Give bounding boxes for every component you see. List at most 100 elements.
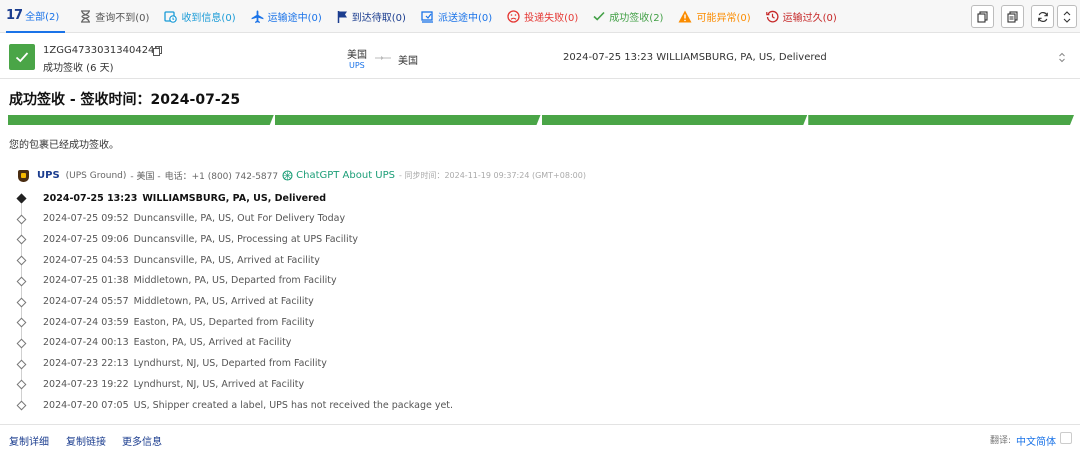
- timeline-event: 2024-07-24 05:57 Middletown, PA, US, Arri…: [43, 292, 314, 312]
- filter-tab-label: 投递失败(0): [524, 12, 579, 24]
- carrier-link[interactable]: UPS: [349, 61, 365, 70]
- refresh-icon: [1037, 11, 1048, 22]
- filter-tab-exception[interactable]: 可能异常(0): [678, 9, 751, 24]
- refresh-button[interactable]: [1031, 5, 1054, 28]
- history-icon: [765, 10, 779, 22]
- copy-tracking-icon[interactable]: [153, 46, 162, 56]
- chatgpt-label: ChatGPT About UPS: [296, 170, 396, 181]
- ups-logo-icon: [18, 169, 29, 182]
- timeline-dot: [16, 359, 27, 370]
- translate-label: 翻译:: [990, 436, 1012, 446]
- filter-tab-all[interactable]: 17 全部(2): [6, 0, 66, 33]
- timeline-event: 2024-07-25 04:53 Duncansville, PA, US, Ar…: [43, 250, 320, 270]
- brand-logo: 17: [6, 7, 23, 23]
- filter-bar: 17 全部(2) 查询不到(0) 收到信息(0) 运输途中(0) 到达待取(0)…: [0, 0, 1080, 33]
- carrier-name[interactable]: UPS: [37, 170, 60, 181]
- filter-tab-label: 运输途中(0): [267, 12, 322, 24]
- language-select[interactable]: 中文简体: [1016, 433, 1056, 448]
- filter-tab-pickup[interactable]: 到达待取(0): [337, 9, 406, 24]
- copy-icon: [977, 10, 988, 23]
- collapse-icon[interactable]: [1058, 52, 1066, 63]
- timeline-dot: [16, 234, 27, 245]
- event-datetime: 2024-07-25 13:23: [43, 192, 138, 204]
- tracking-number: 1ZGG47330313404240: [43, 45, 161, 56]
- sad-face-icon: [507, 9, 520, 23]
- carrier-phone: 电话：+1 (800) 742-5877: [164, 172, 279, 182]
- timeline-dot: [16, 379, 27, 390]
- timeline-event: 2024-07-25 01:38 Middletown, PA, US, Depa…: [43, 271, 337, 291]
- progress-segment: [275, 115, 541, 125]
- more-info-link[interactable]: 更多信息: [122, 433, 162, 448]
- filter-tab-out-for-delivery[interactable]: 派送途中(0): [421, 9, 492, 24]
- filter-tab-label: 收到信息(0): [181, 12, 236, 24]
- copy-details-link[interactable]: 复制详细: [9, 433, 49, 448]
- event-datetime: 2024-07-25 04:53: [43, 254, 129, 266]
- translate-checkbox[interactable]: [1060, 432, 1072, 444]
- event-datetime: 2024-07-23 19:22: [43, 378, 129, 390]
- timeline-dot: [16, 255, 27, 266]
- filter-tab-label: 可能异常(0): [696, 12, 751, 24]
- copy-all-button[interactable]: [1001, 5, 1024, 28]
- check-icon: [15, 52, 29, 63]
- timeline-event: 2024-07-24 03:59 Easton, PA, US, Departed…: [43, 312, 314, 332]
- chatgpt-link[interactable]: ChatGPT About UPS: [282, 170, 395, 181]
- filter-tab-in-transit[interactable]: 运输途中(0): [251, 9, 322, 24]
- route-arrow-icon: [375, 56, 391, 60]
- event-datetime: 2024-07-25 01:38: [43, 275, 129, 287]
- event-description: Duncansville, PA, US, Processing at UPS …: [133, 233, 359, 245]
- progress-segment: [8, 115, 274, 125]
- filter-tab-label: 运输过久(0): [782, 12, 837, 24]
- filter-tab-failed[interactable]: 投递失败(0): [507, 9, 578, 24]
- expand-all-button[interactable]: [1057, 5, 1077, 28]
- timeline-event: 2024-07-23 22:13 Lyndhurst, NJ, US, Depar…: [43, 354, 327, 374]
- filter-tab-too-long[interactable]: 运输过久(0): [765, 9, 837, 24]
- filter-tab-label: 全部(2): [25, 11, 60, 23]
- timeline-dot: [16, 297, 27, 307]
- timeline-dot: [16, 276, 27, 287]
- expand-icon: [1063, 10, 1071, 23]
- event-description: Lyndhurst, NJ, US, Departed from Facilit…: [133, 358, 327, 370]
- filter-tab-delivered[interactable]: 成功签收(2): [593, 9, 663, 24]
- event-description: Lyndhurst, NJ, US, Arrived at Facility: [133, 378, 305, 390]
- check-icon: [593, 11, 605, 21]
- filter-tab-label: 成功签收(2): [609, 12, 664, 24]
- copy-link-link[interactable]: 复制链接: [66, 433, 106, 448]
- progress-segment: [808, 115, 1074, 125]
- copy-button[interactable]: [971, 5, 994, 28]
- event-datetime: 2024-07-25 09:06: [43, 233, 129, 245]
- event-description: Easton, PA, US, Departed from Facility: [133, 316, 315, 328]
- footer-bar: 复制详细 复制链接 更多信息 翻译: 中文简体: [0, 424, 1080, 451]
- destination-country: 美国: [398, 56, 418, 67]
- event-datetime: 2024-07-24 00:13: [43, 337, 129, 349]
- event-datetime: 2024-07-23 22:13: [43, 358, 129, 370]
- carrier-service: (UPS Ground): [65, 170, 127, 181]
- copy-all-icon: [1007, 10, 1018, 23]
- timeline-dot: [16, 214, 27, 225]
- event-datetime: 2024-07-24 03:59: [43, 316, 129, 328]
- filter-tab-not-found[interactable]: 查询不到(0): [80, 9, 149, 24]
- filter-tab-label: 到达待取(0): [351, 12, 406, 24]
- event-description: Duncansville, PA, US, Arrived at Facilit…: [133, 254, 320, 266]
- timeline-dot: [16, 400, 27, 411]
- plane-icon: [251, 10, 264, 23]
- delivered-status-icon: [9, 44, 35, 70]
- timeline-dot: [16, 317, 27, 328]
- latest-event: 2024-07-25 13:23 WILLIAMSBURG, PA, US, D…: [563, 52, 827, 63]
- clock-icon: [164, 10, 178, 23]
- carrier-country: - 美国 -: [130, 172, 161, 182]
- origin-country: 美国: [347, 50, 367, 61]
- timeline-event: 2024-07-25 13:23 WILLIAMSBURG, PA, US, De…: [43, 188, 326, 208]
- event-description: Middletown, PA, US, Departed from Facili…: [133, 275, 337, 287]
- timeline-event: 2024-07-25 09:06 Duncansville, PA, US, Pr…: [43, 229, 358, 249]
- event-description: US, Shipper created a label, UPS has not…: [133, 399, 454, 411]
- timeline-event: 2024-07-23 19:22 Lyndhurst, NJ, US, Arriv…: [43, 374, 304, 394]
- filter-tab-label: 派送途中(0): [437, 12, 493, 24]
- filter-tab-label: 查询不到(0): [95, 12, 150, 24]
- event-description: Duncansville, PA, US, Out For Delivery T…: [133, 213, 346, 225]
- truck-icon: [421, 10, 433, 23]
- package-status: 成功签收 (6 天): [43, 63, 114, 74]
- filter-tab-info-received[interactable]: 收到信息(0): [164, 9, 236, 24]
- package-header[interactable]: 1ZGG47330313404240 成功签收 (6 天) 美国 UPS 美国 …: [0, 38, 1080, 79]
- flag-icon: [337, 10, 347, 23]
- status-description: 您的包裹已经成功签收。: [9, 140, 119, 151]
